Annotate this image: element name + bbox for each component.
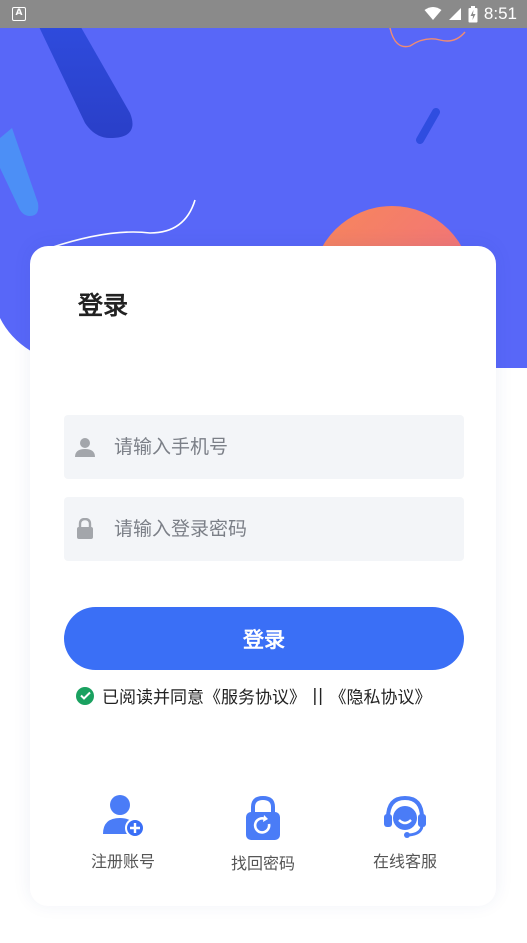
- add-user-icon: [103, 795, 145, 838]
- online-service-label: 在线客服: [372, 852, 437, 871]
- online-service-action[interactable]: 在线客服: [340, 794, 470, 872]
- privacy-agreement-link[interactable]: 《隐私协议》: [329, 683, 431, 708]
- check-icon: [79, 691, 91, 700]
- password-field[interactable]: [64, 497, 464, 561]
- user-icon: [74, 435, 96, 459]
- agreement-text: 已阅读并同意: [102, 688, 204, 708]
- phone-input[interactable]: [114, 436, 444, 458]
- register-action[interactable]: 注册账号: [58, 794, 188, 872]
- headset-icon: [384, 795, 426, 838]
- lock-icon: [74, 517, 96, 541]
- agreement-checkbox[interactable]: [76, 686, 94, 705]
- padlock-refresh-icon: [246, 796, 280, 840]
- login-card: 登录 登录 已阅读并同意 《服务协议》 || 《隐私协议》: [30, 246, 496, 906]
- signal-icon: [448, 8, 461, 20]
- status-time: 8:51: [483, 4, 517, 23]
- status-bar: A 8:51: [0, 0, 527, 28]
- password-input[interactable]: [114, 518, 444, 540]
- login-button[interactable]: 登录: [64, 607, 464, 670]
- wifi-icon: [424, 7, 442, 20]
- recover-password-action[interactable]: 找回密码: [198, 796, 328, 874]
- battery-icon: [468, 5, 478, 22]
- status-left: A: [12, 7, 26, 21]
- app-notification-icon: A: [12, 7, 26, 21]
- phone-field[interactable]: [64, 415, 464, 479]
- agreement-row: 已阅读并同意 《服务协议》 || 《隐私协议》: [76, 683, 431, 708]
- recover-password-label: 找回密码: [230, 854, 295, 873]
- login-title: 登录: [78, 291, 129, 320]
- register-label: 注册账号: [90, 852, 155, 871]
- service-agreement-link[interactable]: 《服务协议》: [204, 683, 306, 708]
- agreement-separator: ||: [312, 685, 324, 706]
- status-right: 8:51: [424, 4, 517, 24]
